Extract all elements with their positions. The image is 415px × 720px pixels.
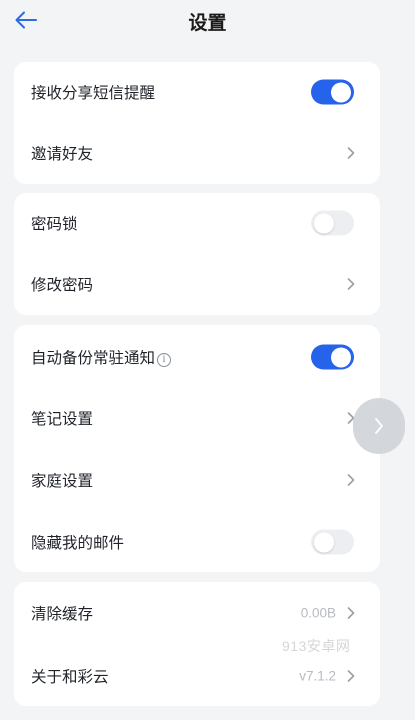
setting-row-clear-cache[interactable]: 清除缓存 0.00B <box>14 583 380 643</box>
setting-label: 自动备份常驻通知 i <box>31 346 172 368</box>
cache-size-value: 0.00B <box>300 605 336 621</box>
setting-label: 修改密码 <box>31 276 94 294</box>
settings-card-password: 密码锁 修改密码 <box>14 193 380 315</box>
toggle-knob <box>314 532 334 552</box>
setting-row-family-settings[interactable]: 家庭设置 <box>14 450 380 510</box>
setting-label: 隐藏我的邮件 <box>31 534 125 552</box>
hide-my-mail-toggle[interactable] <box>311 529 354 555</box>
chevron-right-icon <box>347 278 355 290</box>
floating-side-button[interactable] <box>353 398 405 454</box>
password-lock-toggle[interactable] <box>311 210 354 236</box>
app-version-value: v7.1.2 <box>299 668 336 684</box>
chevron-right-icon <box>347 147 355 159</box>
toggle-knob <box>331 347 351 367</box>
setting-row-note-settings[interactable]: 笔记设置 <box>14 388 380 448</box>
setting-row-change-password[interactable]: 修改密码 <box>14 254 380 314</box>
setting-row-password-lock: 密码锁 <box>14 193 380 253</box>
setting-row-auto-backup-notification: 自动备份常驻通知 i <box>14 327 380 387</box>
chevron-right-icon <box>375 418 383 434</box>
share-sms-reminder-toggle[interactable] <box>311 79 354 105</box>
setting-row-share-sms-reminder: 接收分享短信提醒 <box>14 62 380 122</box>
settings-card-general: 自动备份常驻通知 i 笔记设置 家庭设置 隐藏我的邮件 <box>14 325 380 572</box>
header: 设置 <box>0 0 415 46</box>
setting-row-hide-my-mail: 隐藏我的邮件 <box>14 512 380 572</box>
setting-label: 家庭设置 <box>31 472 94 490</box>
chevron-right-icon <box>347 670 355 682</box>
auto-backup-notification-toggle[interactable] <box>311 344 354 370</box>
setting-label: 笔记设置 <box>31 410 94 428</box>
settings-card-notifications: 接收分享短信提醒 邀请好友 <box>14 62 380 184</box>
setting-label-text: 自动备份常驻通知 <box>31 349 156 367</box>
chevron-right-icon <box>347 607 355 619</box>
watermark: 913安卓网 <box>282 638 351 654</box>
toggle-knob <box>331 82 351 102</box>
setting-label: 邀请好友 <box>31 145 94 163</box>
setting-label: 清除缓存 <box>31 605 94 623</box>
setting-label: 密码锁 <box>31 215 78 233</box>
page-title: 设置 <box>188 12 227 34</box>
setting-row-invite-friends[interactable]: 邀请好友 <box>14 123 380 183</box>
toggle-knob <box>314 213 334 233</box>
setting-label: 关于和彩云 <box>31 668 109 686</box>
chevron-right-icon <box>347 474 355 486</box>
setting-label: 接收分享短信提醒 <box>31 84 156 102</box>
info-icon[interactable]: i <box>157 353 172 367</box>
